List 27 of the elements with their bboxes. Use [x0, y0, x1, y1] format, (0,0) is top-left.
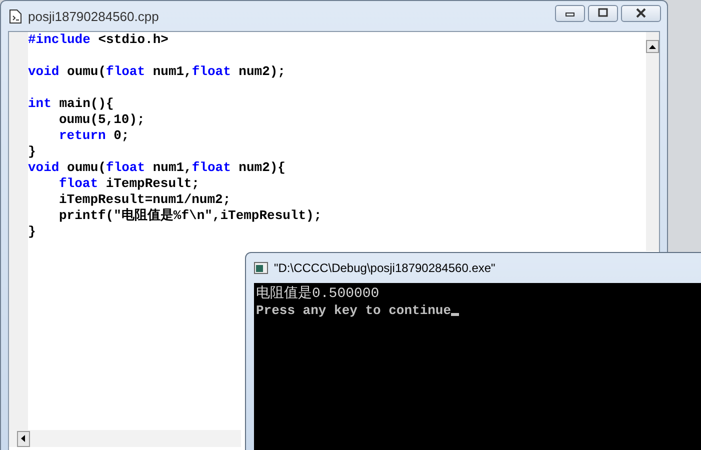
code-line: printf("电阻值是%f\n",iTempResult);	[59, 208, 322, 224]
code-line: return 0;	[59, 128, 130, 144]
file-icon	[9, 8, 22, 24]
maximize-icon	[597, 8, 609, 18]
code-line: oumu(5,10);	[59, 112, 145, 128]
console-title: "D:\CCCC\Debug\posji18790284560.exe"	[274, 261, 496, 275]
code-line: void oumu(float num1,float num2);	[28, 64, 286, 80]
code-line: void oumu(float num1,float num2){	[28, 160, 286, 176]
code-line: int main(){	[28, 96, 115, 112]
close-icon	[635, 8, 647, 18]
console-output: Press any key to continue	[255, 303, 452, 319]
code-line: }	[28, 224, 37, 240]
scroll-left-icon[interactable]	[17, 430, 30, 446]
code-line: iTempResult=num1/num2;	[59, 192, 231, 208]
console-icon	[254, 262, 268, 274]
minimize-button[interactable]	[555, 4, 585, 22]
close-button[interactable]	[621, 4, 661, 22]
window-title: posji18790284560.cpp	[28, 8, 159, 24]
vertical-scrollbar[interactable]	[646, 32, 659, 251]
scroll-up-icon[interactable]	[646, 40, 659, 53]
code-line: float iTempResult;	[59, 176, 200, 192]
code-line: #include <stdio.h>	[28, 32, 170, 48]
horizontal-scrollbar[interactable]	[9, 430, 241, 447]
console-output: 电阻值是0.500000	[255, 286, 380, 302]
code-line: }	[28, 144, 37, 160]
cursor-icon	[451, 313, 460, 316]
maximize-button[interactable]	[588, 4, 618, 22]
